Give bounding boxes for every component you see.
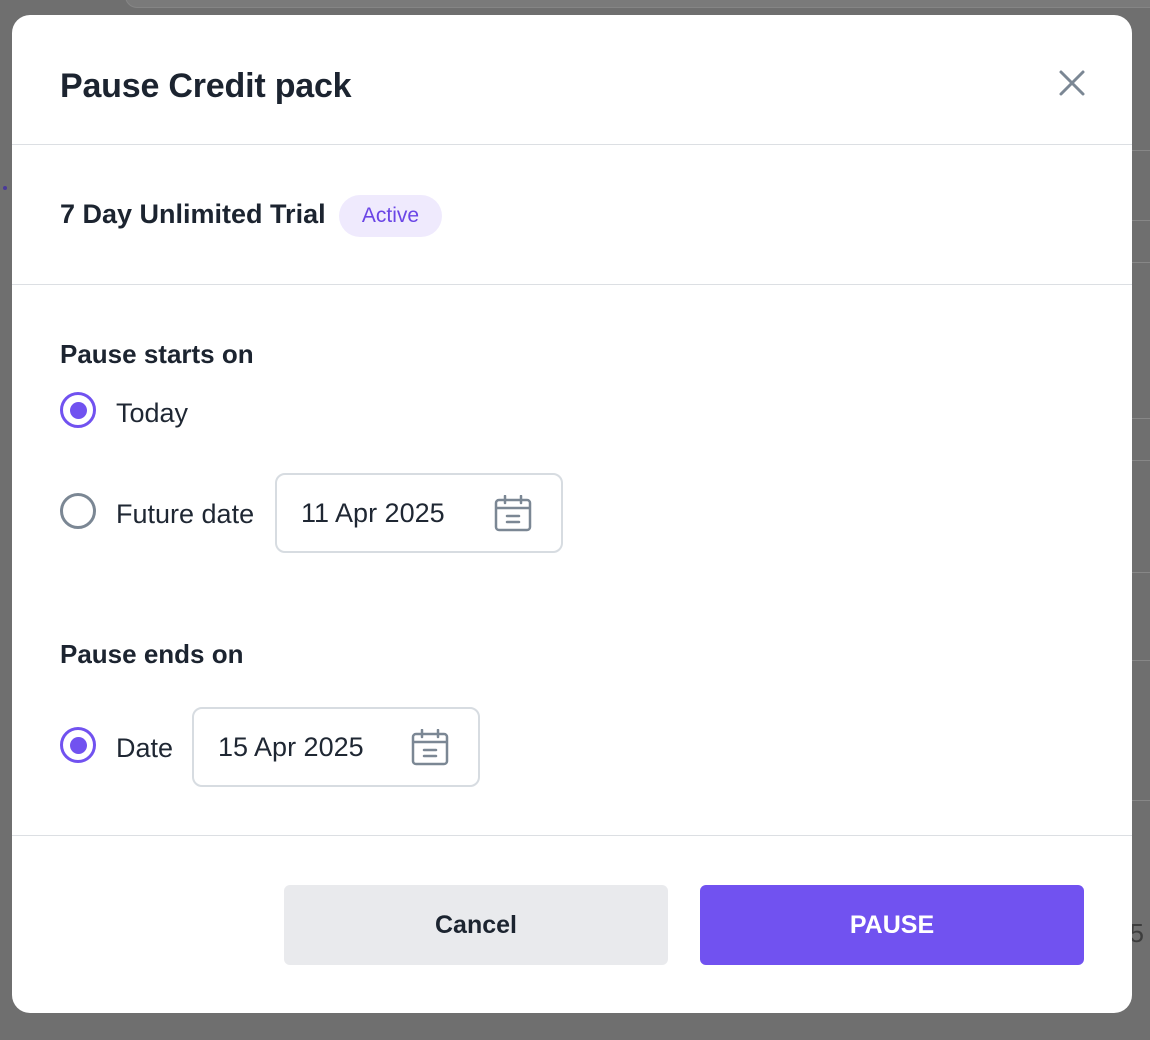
- background-divider: [1130, 660, 1150, 661]
- background-divider: [1130, 150, 1150, 151]
- dialog-header: Pause Credit pack: [12, 15, 1132, 145]
- background-divider: [1130, 418, 1150, 419]
- pause-ends-label: Pause ends on: [60, 639, 244, 669]
- background-divider: [1130, 262, 1150, 263]
- pause-starts-label: Pause starts on: [60, 339, 254, 369]
- end-date-value: 15 Apr 2025: [218, 732, 364, 762]
- calendar-icon: [494, 495, 532, 532]
- footer-divider: [12, 835, 1132, 836]
- radio-today[interactable]: [60, 392, 96, 428]
- plan-summary: 7 Day Unlimited Trial Active: [12, 145, 1132, 285]
- background-dot: [3, 186, 7, 190]
- background-divider: [1130, 572, 1150, 573]
- status-badge: Active: [339, 195, 442, 237]
- background-card: [125, 0, 1150, 8]
- background-divider: [1130, 220, 1150, 221]
- radio-end-date[interactable]: [60, 727, 96, 763]
- radio-future-date[interactable]: [60, 493, 96, 529]
- end-date-input[interactable]: 15 Apr 2025: [192, 707, 480, 787]
- radio-selected-dot: [69, 401, 87, 419]
- close-button[interactable]: [1048, 59, 1096, 107]
- option-today-label: Today: [116, 398, 189, 428]
- plan-name: 7 Day Unlimited Trial: [60, 199, 326, 229]
- option-date-label: Date: [116, 733, 174, 763]
- start-date-input[interactable]: 11 Apr 2025: [275, 473, 563, 553]
- calendar-icon: [411, 729, 449, 766]
- close-icon: [1059, 70, 1085, 96]
- pause-button[interactable]: PAUSE: [700, 885, 1084, 965]
- radio-selected-dot: [69, 736, 87, 754]
- option-future-date-label: Future date: [116, 499, 255, 529]
- background-divider: [1130, 800, 1150, 801]
- start-date-value: 11 Apr 2025: [301, 498, 445, 528]
- dialog-title: Pause Credit pack: [60, 67, 352, 105]
- cancel-button[interactable]: Cancel: [284, 885, 668, 965]
- pause-credit-pack-dialog: Pause Credit pack 7 Day Unlimited Trial …: [12, 15, 1132, 1013]
- background-divider: [1130, 460, 1150, 461]
